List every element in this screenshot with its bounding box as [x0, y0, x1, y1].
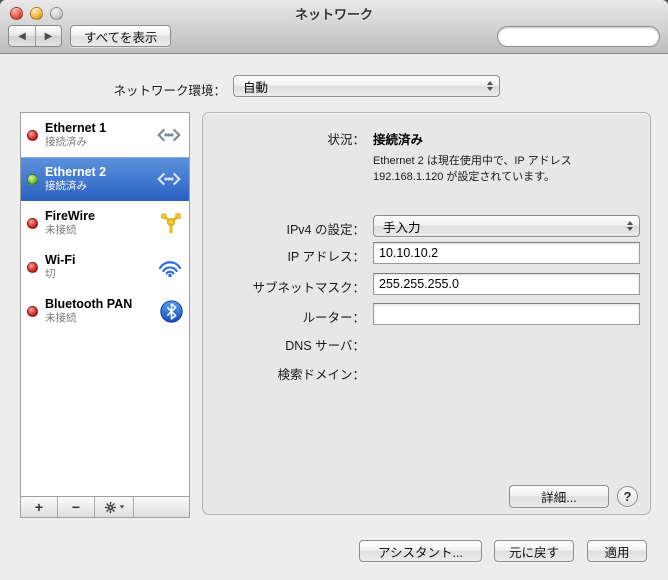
service-row-bluetooth-pan[interactable]: Bluetooth PAN 未接続	[21, 289, 189, 333]
back-forward-control: ◀ ▶	[8, 25, 62, 47]
revert-button[interactable]: 元に戻す	[494, 540, 574, 562]
settings-panel: 状況： 接続済み Ethernet 2 は現在使用中で、IP アドレス 192.…	[202, 112, 651, 515]
bluetooth-icon	[160, 300, 183, 323]
service-status: 未接続	[45, 312, 132, 325]
traffic-lights	[10, 7, 63, 20]
popup-arrows-icon	[487, 81, 493, 91]
advanced-button[interactable]: 詳細...	[509, 485, 609, 508]
back-arrow-icon: ◀	[18, 31, 26, 42]
help-button[interactable]: ?	[617, 486, 638, 507]
action-menu-button[interactable]	[95, 497, 134, 517]
ipv4-config-label: IPv4 の設定：	[203, 219, 365, 238]
service-status: 切	[45, 268, 75, 281]
router-label: ルーター：	[203, 307, 365, 326]
subnet-mask-label: サブネットマスク：	[203, 277, 365, 296]
ipv4-config-popup[interactable]: 手入力	[373, 215, 640, 237]
status-dot-red	[27, 130, 38, 141]
ipv4-config-value: 手入力	[383, 217, 621, 236]
service-row-firewire[interactable]: FireWire 未接続	[21, 201, 189, 245]
popup-arrows-icon	[627, 221, 633, 231]
search-domain-label: 検索ドメイン：	[203, 364, 365, 383]
forward-button[interactable]: ▶	[35, 26, 61, 46]
forward-arrow-icon: ▶	[45, 31, 53, 42]
status-value: 接続済み	[373, 129, 423, 148]
service-name: FireWire	[45, 209, 95, 225]
list-toolbar-filler	[134, 497, 189, 517]
search-input[interactable]	[504, 29, 659, 45]
service-name: Bluetooth PAN	[45, 297, 132, 313]
close-button[interactable]	[10, 7, 23, 20]
ethernet-icon	[155, 125, 183, 145]
services-sidebar: Ethernet 1 接続済み Ethernet 2 接続済み	[20, 112, 190, 518]
status-label: 状況：	[203, 129, 365, 148]
status-dot-red	[27, 218, 38, 229]
gear-icon	[104, 501, 117, 514]
status-dot-green	[27, 174, 38, 185]
service-row-wifi[interactable]: Wi-Fi 切	[21, 245, 189, 289]
services-list-toolbar: + −	[20, 497, 190, 518]
service-status: 接続済み	[45, 136, 106, 149]
status-description: Ethernet 2 は現在使用中で、IP アドレス 192.168.1.120…	[373, 153, 637, 185]
network-preferences-window: ネットワーク ◀ ▶ すべてを表示 ネットワーク環境： 自動	[0, 0, 668, 580]
status-dot-red	[27, 262, 38, 273]
back-button[interactable]: ◀	[9, 26, 35, 46]
show-all-button[interactable]: すべてを表示	[70, 25, 171, 47]
environment-popup[interactable]: 自動	[233, 75, 500, 97]
service-name: Ethernet 1	[45, 121, 106, 137]
ip-address-label: IP アドレス：	[203, 246, 365, 265]
status-dot-red	[27, 306, 38, 317]
gear-menu-arrow-icon	[119, 505, 124, 508]
window-title: ネットワーク	[0, 4, 668, 23]
service-row-ethernet2[interactable]: Ethernet 2 接続済み	[21, 157, 189, 201]
minimize-button[interactable]	[30, 7, 43, 20]
service-name: Wi-Fi	[45, 253, 75, 269]
apply-button[interactable]: 適用	[587, 540, 647, 562]
titlebar: ネットワーク ◀ ▶ すべてを表示	[0, 0, 668, 54]
wifi-icon	[157, 258, 183, 277]
service-row-ethernet1[interactable]: Ethernet 1 接続済み	[21, 113, 189, 157]
subnet-mask-input[interactable]	[373, 273, 640, 295]
zoom-button[interactable]	[50, 7, 63, 20]
search-field[interactable]	[497, 26, 660, 47]
add-service-button[interactable]: +	[21, 497, 58, 517]
service-status: 接続済み	[45, 180, 106, 193]
services-list: Ethernet 1 接続済み Ethernet 2 接続済み	[20, 112, 190, 497]
firewire-icon	[159, 211, 183, 235]
service-status: 未接続	[45, 224, 95, 237]
environment-label: ネットワーク環境：	[0, 80, 226, 99]
service-name: Ethernet 2	[45, 165, 106, 181]
environment-popup-value: 自動	[243, 77, 481, 96]
ip-address-input[interactable]	[373, 242, 640, 264]
ethernet-icon	[155, 169, 183, 189]
remove-service-button[interactable]: −	[58, 497, 95, 517]
router-input[interactable]	[373, 303, 640, 325]
assist-button[interactable]: アシスタント...	[359, 540, 482, 562]
dns-server-label: DNS サーバ：	[203, 335, 365, 354]
